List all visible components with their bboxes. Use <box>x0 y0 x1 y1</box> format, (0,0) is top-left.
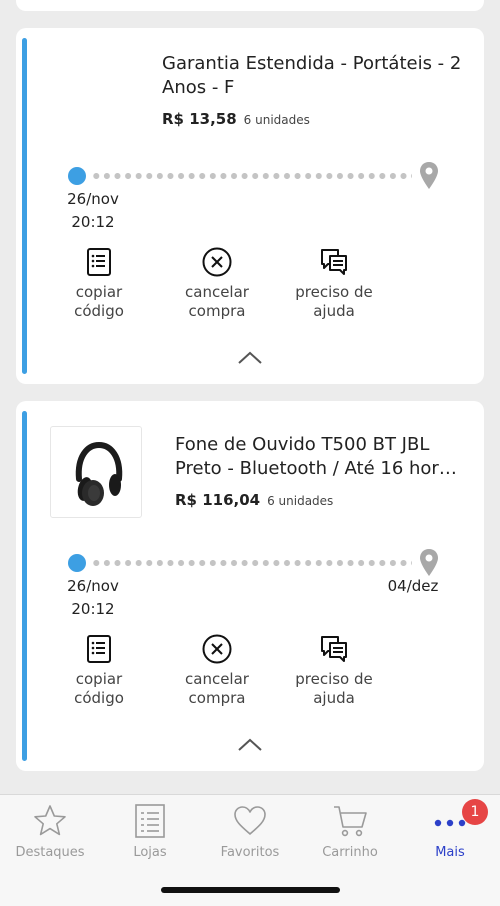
tab-label: Favoritos <box>220 845 280 860</box>
location-pin-icon <box>420 162 438 189</box>
help-label-2: ajuda <box>313 302 355 320</box>
order-accent-bar <box>22 411 27 761</box>
help-button[interactable]: preciso de ajuda <box>279 246 389 321</box>
tab-label: Mais <box>435 845 465 860</box>
timeline-start-dot <box>68 167 86 185</box>
copy-code-button[interactable]: copiar código <box>44 633 154 708</box>
units: 6 unidades <box>267 494 334 508</box>
chat-bubbles-icon <box>321 249 347 275</box>
price-row: R$ 116,04 6 unidades <box>175 491 333 509</box>
chevron-up-icon[interactable] <box>236 350 264 366</box>
notification-badge: 1 <box>462 799 488 825</box>
document-list-icon <box>87 635 111 663</box>
price-row: R$ 13,58 6 unidades <box>162 110 310 128</box>
heart-icon <box>234 806 266 835</box>
start-date: 26/nov <box>67 577 119 595</box>
units: 6 unidades <box>243 113 310 127</box>
help-label-2: ajuda <box>313 689 355 707</box>
tab-favoritos[interactable]: Favoritos <box>200 803 300 860</box>
star-icon <box>34 805 66 836</box>
product-title-line-2[interactable]: Anos - F <box>162 76 462 100</box>
copy-code-label-2: código <box>74 689 124 707</box>
headphones-image <box>75 441 123 506</box>
product-thumbnail[interactable] <box>50 426 142 518</box>
tab-lojas[interactable]: Lojas <box>100 803 200 860</box>
cancel-circle-icon <box>202 247 232 277</box>
list-icon <box>135 804 165 838</box>
cancel-order-button[interactable]: cancelar compra <box>162 633 272 708</box>
previous-order-card <box>16 0 484 11</box>
price: R$ 116,04 <box>175 491 261 509</box>
end-date: 04/dez <box>387 577 439 595</box>
order-card: Garantia Estendida - Portáteis - 2 Anos … <box>16 28 484 384</box>
cancel-order-label-1: cancelar <box>185 283 249 301</box>
help-button[interactable]: preciso de ajuda <box>279 633 389 708</box>
order-card: Fone de Ouvido T500 BT JBL Preto - Bluet… <box>16 401 484 771</box>
help-label-1: preciso de <box>295 283 373 301</box>
cancel-order-label-2: compra <box>188 689 246 707</box>
cancel-order-label-1: cancelar <box>185 670 249 688</box>
timeline-start-dot <box>68 554 86 572</box>
product-title-line-1[interactable]: Fone de Ouvido T500 BT JBL <box>175 433 465 457</box>
copy-code-button[interactable]: copiar código <box>44 246 154 321</box>
copy-code-label-1: copiar <box>75 283 123 301</box>
product-title-line-2[interactable]: Preto - Bluetooth / Até 16 hora... <box>175 457 465 481</box>
copy-code-label-1: copiar <box>75 670 123 688</box>
home-indicator[interactable] <box>161 887 340 893</box>
cancel-order-button[interactable]: cancelar compra <box>162 246 272 321</box>
document-list-icon <box>87 248 111 276</box>
chat-bubbles-icon <box>321 636 347 662</box>
price: R$ 13,58 <box>162 110 237 128</box>
cancel-circle-icon <box>202 634 232 664</box>
chevron-up-icon[interactable] <box>236 737 264 753</box>
tab-label: Lojas <box>133 845 167 860</box>
delivery-timeline <box>68 161 440 191</box>
delivery-timeline <box>68 548 440 578</box>
help-label-1: preciso de <box>295 670 373 688</box>
start-date: 26/nov <box>67 190 119 208</box>
product-title-line-1[interactable]: Garantia Estendida - Portáteis - 2 <box>162 52 462 76</box>
location-pin-icon <box>420 549 438 576</box>
cancel-order-label-2: compra <box>188 302 246 320</box>
start-time: 20:12 <box>71 213 115 231</box>
tab-carrinho[interactable]: Carrinho <box>300 803 400 860</box>
timeline-dotted-line <box>91 173 412 179</box>
cart-icon <box>334 806 367 837</box>
tab-destaques[interactable]: Destaques <box>0 803 100 860</box>
tab-label: Carrinho <box>322 845 378 860</box>
start-time: 20:12 <box>71 600 115 618</box>
order-accent-bar <box>22 38 27 374</box>
copy-code-label-2: código <box>74 302 124 320</box>
tab-label: Destaques <box>15 845 85 860</box>
timeline-dotted-line <box>91 560 412 566</box>
